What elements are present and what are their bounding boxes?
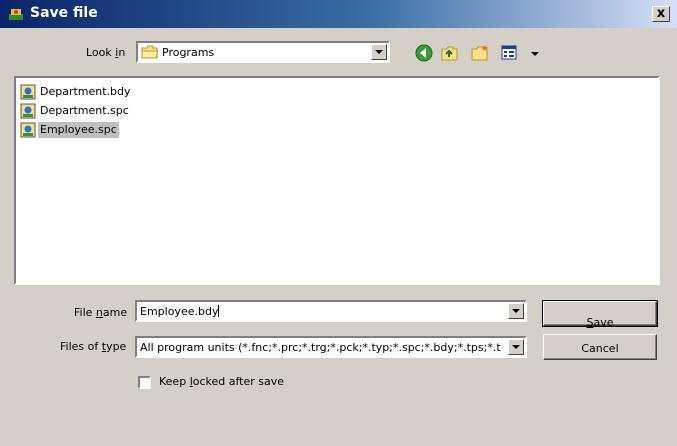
chevron-down-icon	[375, 50, 383, 54]
close-button[interactable]: x	[652, 6, 670, 22]
cancel-button-label: Cancel	[581, 342, 619, 355]
window-title: Save file	[30, 5, 98, 21]
chevron-down-icon	[512, 345, 520, 349]
look-in-value: Programs	[162, 46, 215, 59]
back-icon[interactable]	[414, 43, 434, 63]
new-folder-icon[interactable]	[470, 43, 490, 63]
file-name-label: File name	[74, 306, 128, 319]
file-type-select[interactable]: All program units (*.fnc;*.prc;*.trg;*.p…	[135, 336, 527, 358]
look-in-label: Look in	[86, 46, 126, 59]
file-name: Employee.spc	[38, 122, 119, 138]
folder-icon	[141, 45, 159, 59]
chevron-down-icon	[512, 309, 520, 313]
file-type-label: Files of type	[60, 340, 127, 353]
file-list[interactable]: Department.bdy Department.spc Employee.s…	[14, 76, 660, 285]
save-button[interactable]: Save	[542, 300, 658, 329]
keep-locked-checkbox[interactable]	[138, 376, 151, 389]
file-name-input[interactable]: Employee.bdy	[140, 305, 220, 318]
file-type-value: All program units (*.fnc;*.prc;*.trg;*.p…	[140, 341, 501, 354]
file-name: Department.bdy	[40, 85, 131, 98]
text-cursor	[218, 305, 220, 317]
list-item[interactable]: Department.spc	[20, 102, 131, 120]
app-icon	[9, 9, 23, 20]
list-item[interactable]: Department.bdy	[20, 83, 133, 101]
file-name-combo[interactable]: Employee.bdy	[135, 300, 527, 322]
keep-locked-label[interactable]: Keep locked after save	[159, 375, 284, 388]
file-type-dropdown-button[interactable]	[508, 339, 524, 355]
cancel-button[interactable]: Cancel	[543, 334, 657, 360]
file-name: Department.spc	[40, 104, 129, 117]
save-button-label: Save	[586, 316, 614, 329]
view-menu-icon[interactable]	[500, 43, 520, 63]
program-file-icon	[20, 103, 36, 119]
title-bar[interactable]	[0, 0, 677, 28]
program-file-icon	[20, 122, 36, 138]
view-menu-chevron-down-icon[interactable]	[530, 51, 540, 57]
look-in-dropdown[interactable]: Programs	[136, 41, 390, 63]
list-item-selected[interactable]: Employee.spc	[20, 121, 119, 139]
program-file-icon	[20, 84, 36, 100]
file-name-dropdown-button[interactable]	[508, 303, 524, 319]
up-folder-icon[interactable]	[440, 43, 460, 63]
look-in-dropdown-button[interactable]	[371, 44, 387, 60]
